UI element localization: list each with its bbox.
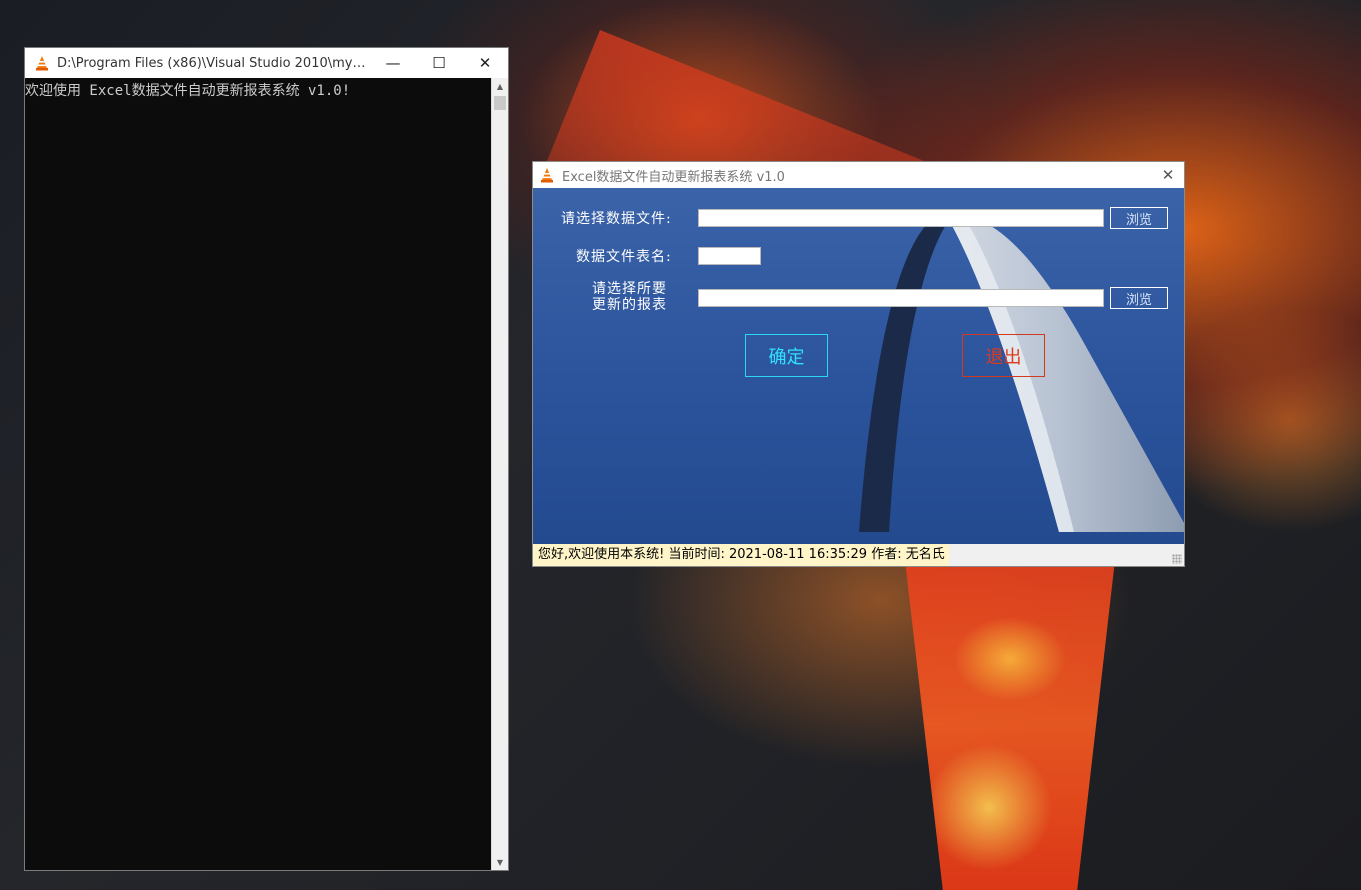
vlc-cone-icon — [33, 54, 51, 72]
browse-report-file-button[interactable]: 浏览 — [1110, 287, 1168, 309]
dialog-titlebar[interactable]: Excel数据文件自动更新报表系统 v1.0 ✕ — [533, 162, 1184, 188]
exit-button[interactable]: 退出 — [962, 334, 1045, 377]
ok-button[interactable]: 确定 — [745, 334, 828, 377]
data-file-input[interactable] — [698, 209, 1104, 227]
report-file-input[interactable] — [698, 289, 1104, 307]
console-title: D:\Program Files (x86)\Visual Studio 201… — [57, 55, 370, 71]
console-window[interactable]: D:\Program Files (x86)\Visual Studio 201… — [24, 47, 509, 871]
dialog-title: Excel数据文件自动更新报表系统 v1.0 — [562, 169, 785, 185]
console-scrollbar[interactable]: ▲ ▼ — [491, 78, 508, 870]
resize-grip-icon[interactable] — [1172, 554, 1182, 564]
console-titlebar[interactable]: D:\Program Files (x86)\Visual Studio 201… — [25, 48, 508, 78]
status-bar: 您好,欢迎使用本系统! 当前时间: 2021-08-11 16:35:29 作者… — [533, 544, 1184, 566]
minimize-button[interactable]: — — [370, 48, 416, 78]
data-file-label: 请选择数据文件: — [561, 211, 672, 227]
background-lava-beam — [905, 560, 1115, 890]
scroll-up-icon[interactable]: ▲ — [492, 78, 508, 94]
report-dialog-window[interactable]: Excel数据文件自动更新报表系统 v1.0 ✕ 请选择数据文件: 浏览 数据文… — [532, 161, 1185, 567]
status-message: 您好,欢迎使用本系统! 当前时间: 2021-08-11 16:35:29 作者… — [533, 544, 949, 566]
scrollbar-thumb[interactable] — [494, 96, 506, 110]
report-file-label-line2: 更新的报表 — [592, 297, 667, 313]
dialog-close-button[interactable]: ✕ — [1152, 162, 1184, 188]
scroll-down-icon[interactable]: ▼ — [492, 854, 508, 870]
close-button[interactable]: ✕ — [462, 48, 508, 78]
sheet-name-label: 数据文件表名: — [576, 249, 672, 265]
vlc-cone-icon — [538, 166, 556, 184]
dialog-content: 请选择数据文件: 浏览 数据文件表名: 请选择所要 更新的报表 浏览 确定 退出 — [533, 188, 1184, 544]
sheet-name-input[interactable] — [698, 247, 761, 265]
console-output-line: 欢迎使用 Excel数据文件自动更新报表系统 v1.0! — [25, 83, 351, 99]
maximize-button[interactable]: ☐ — [416, 48, 462, 78]
browse-data-file-button[interactable]: 浏览 — [1110, 207, 1168, 229]
console-output: 欢迎使用 Excel数据文件自动更新报表系统 v1.0! — [25, 78, 492, 870]
